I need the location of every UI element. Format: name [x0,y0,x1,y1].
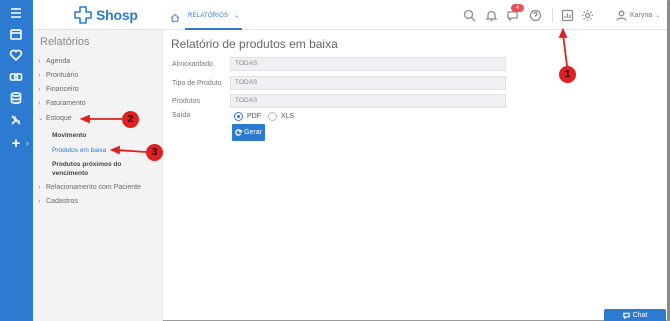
home-icon[interactable] [170,10,180,23]
annotation-marker-1: 1 [559,66,576,83]
sidebar-title: Relatórios [40,36,90,48]
chat-label: Chat [632,311,648,319]
user-menu[interactable]: Karyna ⌄ [616,10,660,21]
radio-xls-label: XLS [281,113,295,120]
sidebar-subitem-produtos-em-baixa[interactable]: Produtos em baixa [52,146,106,155]
add-chevron-icon: › [26,139,29,148]
annotation-marker-3: 3 [146,144,163,161]
sidebar-item-label: Faturamento [46,100,86,107]
menu-icon[interactable] [6,3,26,23]
left-nav-rail: + › [0,0,33,321]
radio-xls[interactable]: XLS [268,112,294,121]
sidebar-item-label: Prontuário [46,72,79,79]
sidebar-subitem-produtos-vencimento[interactable]: Produtos próximos do vencimento [52,160,142,178]
sidebar-item-estoque[interactable]: ⌄ Estoque [38,114,72,123]
chevron-right-icon: › [38,86,41,93]
sidebar-item-label: Estoque [46,114,72,122]
logo-cross-icon [74,6,92,24]
almoxarifado-label: Almoxarifado [172,61,213,68]
database-icon[interactable] [6,88,26,108]
heart-icon[interactable] [6,45,26,65]
radio-pdf-label: PDF [247,113,261,120]
reports-icon[interactable] [561,9,574,22]
reports-sidebar: Relatórios › Agenda › Prontuário › Finan… [33,30,163,321]
user-icon [616,10,627,21]
chevron-right-icon: › [38,58,41,65]
generate-button-label: Gerar [244,129,262,136]
saida-label: Saída [172,112,191,119]
page-title: Relatório de produtos em baixa [171,37,338,51]
sidebar-item-prontuario[interactable]: › Prontuário [38,72,78,79]
tab-relatorios[interactable]: RELATÓRIOS ⌄ [185,9,243,30]
sidebar-item-relacionamento[interactable]: › Relacionamento com Paciente [38,184,141,191]
user-chevron-icon: ⌄ [655,13,661,19]
tab-chevron-icon: ⌄ [234,13,240,19]
logo[interactable]: Shosp [73,5,138,25]
gear-icon[interactable] [581,9,594,22]
help-icon[interactable] [529,9,542,22]
sidebar-item-label: Financeiro [46,86,79,93]
tipo-produto-label: Tipo de Produto [172,80,222,87]
bell-icon[interactable] [485,9,498,22]
annotation-marker-2: 2 [122,111,139,128]
tools-icon[interactable] [6,110,26,130]
chat-icon [622,312,630,319]
money-icon[interactable] [6,67,26,87]
refresh-icon [235,129,242,136]
sidebar-item-faturamento[interactable]: › Faturamento [38,100,86,107]
sidebar-item-label: Cadastros [46,198,78,205]
tab-relatorios-label: RELATÓRIOS [188,13,229,19]
chevron-right-icon: › [38,198,41,205]
radio-pdf-circle[interactable] [234,112,243,121]
tipo-produto-select[interactable]: TODAS [230,76,506,90]
add-button[interactable]: + [6,133,26,153]
logo-text: Shosp [96,7,138,23]
chevron-down-icon: ⌄ [38,115,44,122]
produtos-select[interactable]: TODAS [230,94,506,108]
produtos-label: Produtos [172,98,201,105]
header-separator [552,8,553,22]
generate-button[interactable]: Gerar [232,124,265,141]
radio-pdf[interactable]: PDF [234,112,261,121]
chat-button[interactable]: Chat [604,309,666,321]
radio-xls-circle[interactable] [268,112,277,121]
sidebar-item-label: Relacionamento com Paciente [46,184,141,191]
user-name: Karyna [630,12,653,19]
sidebar-item-cadastros[interactable]: › Cadastros [38,198,78,205]
sidebar-item-agenda[interactable]: › Agenda [38,58,70,65]
almoxarifado-select[interactable]: TODAS [230,57,506,71]
chevron-right-icon: › [38,100,41,107]
sidebar-item-label: Agenda [46,58,71,65]
sidebar-item-financeiro[interactable]: › Financeiro [38,86,79,93]
chevron-right-icon: › [38,184,41,191]
top-header: Shosp RELATÓRIOS ⌄ 4 Karyna ⌄ [33,0,667,30]
calendar-icon[interactable] [6,24,26,44]
chevron-right-icon: › [38,72,41,79]
search-icon[interactable] [463,9,476,22]
sidebar-subitem-movimento[interactable]: Movimento [52,131,86,140]
notification-badge: 4 [511,4,524,12]
